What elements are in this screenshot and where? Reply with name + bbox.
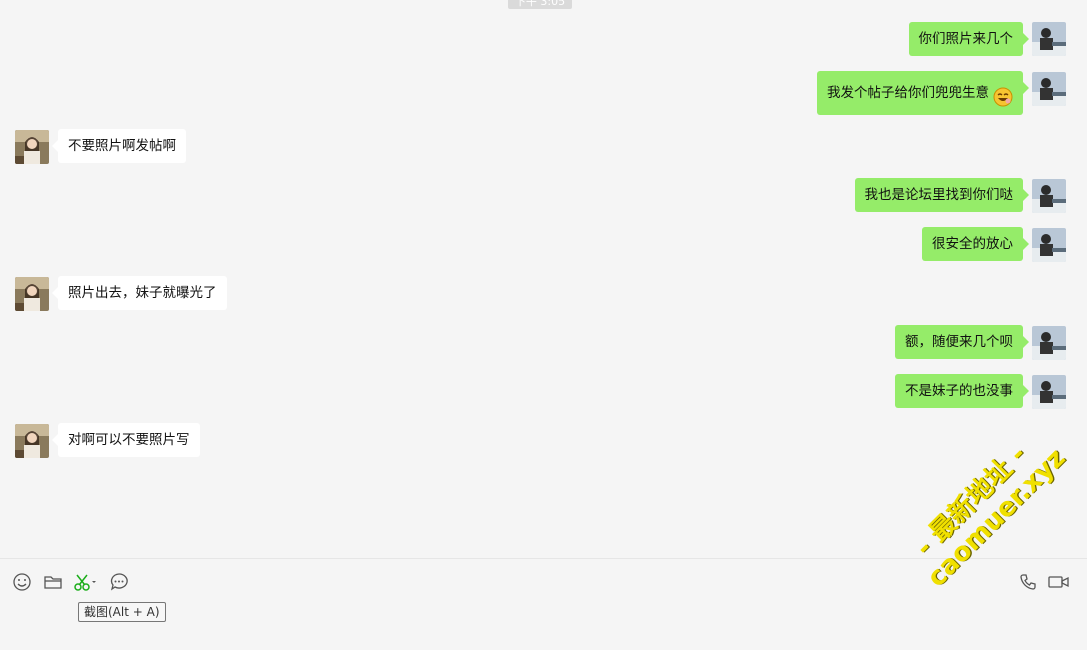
timestamp: 下午 3:05 [508,0,572,9]
my-message-bubble[interactable]: 额，随便来几个呗 [895,325,1029,359]
my-avatar[interactable] [1032,179,1066,213]
my-avatar[interactable] [1032,326,1066,360]
my-message-bubble[interactable]: 我也是论坛里找到你们哒 [854,178,1029,212]
contact-message-bubble[interactable]: 对啊可以不要照片写 [52,423,200,457]
my-message-bubble[interactable]: 你们照片来几个 [908,22,1029,56]
message-text: 我发个帖子给你们兜兜生意 [827,85,989,101]
my-avatar[interactable] [1032,22,1066,56]
message-row: 我也是论坛里找到你们哒 [0,178,1087,214]
video-call-icon [1048,576,1069,588]
folder-icon [44,576,62,589]
contact-message-bubble[interactable]: 照片出去，妹子就曝光了 [52,276,227,310]
phone-icon [1020,574,1036,590]
screenshot-tooltip: 截图(Alt + A) [78,602,166,622]
scissors-icon [74,574,96,591]
my-avatar[interactable] [1032,72,1066,106]
laughing-emoji-icon [993,81,1013,107]
chat-history-button[interactable] [109,572,129,592]
emoji-icon [13,573,31,591]
contact-avatar[interactable] [15,130,49,164]
message-row: 不要照片啊发帖啊 [0,129,1087,165]
message-row: 照片出去，妹子就曝光了 [0,276,1087,312]
screenshot-button[interactable] [73,572,99,592]
message-row: 我发个帖子给你们兜兜生意 [0,71,1087,115]
send-file-button[interactable] [43,572,63,592]
message-row: 不是妹子的也没事 [0,374,1087,410]
my-message-bubble[interactable]: 我发个帖子给你们兜兜生意 [817,71,1029,115]
voice-call-button[interactable] [1018,572,1038,592]
video-call-button[interactable] [1047,572,1071,592]
my-avatar[interactable] [1032,375,1066,409]
my-message-bubble[interactable]: 很安全的放心 [922,227,1029,261]
message-row: 额，随便来几个呗 [0,325,1087,361]
chat-history-icon [110,573,128,591]
message-row: 很安全的放心 [0,227,1087,263]
contact-message-bubble[interactable]: 不要照片啊发帖啊 [52,129,186,163]
message-row: 对啊可以不要照片写 [0,423,1087,459]
my-message-bubble[interactable]: 不是妹子的也没事 [895,374,1029,408]
contact-avatar[interactable] [15,424,49,458]
message-row: 你们照片来几个 [0,22,1087,58]
contact-avatar[interactable] [15,277,49,311]
my-avatar[interactable] [1032,228,1066,262]
emoji-button[interactable] [12,572,32,592]
